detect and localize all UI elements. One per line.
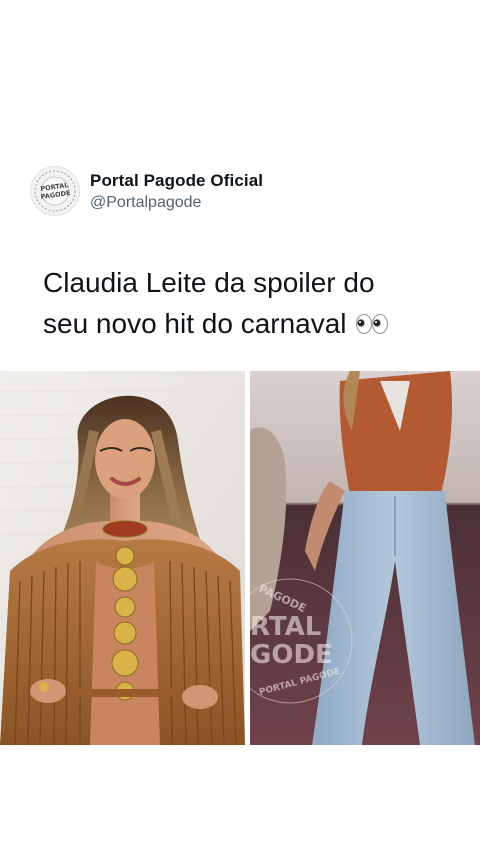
watermark-line-2: RTAL [250,612,321,642]
tweet-card: PORTAL PAGODE Portal Pagode Oficial @Por… [0,0,480,854]
tweet-text: Claudia Leite da spoiler do seu novo hit… [43,262,463,344]
display-name[interactable]: Portal Pagode Oficial [90,170,263,192]
portal-pagode-logo-icon: PORTAL PAGODE [34,170,76,212]
user-handle[interactable]: @Portalpagode [90,192,263,213]
dancing-jeans-photo[interactable]: PAGODE RTAL GODE PORTAL PAGODE [250,371,480,745]
eyes-emoji-icon [354,305,390,335]
tweet-text-line-1: Claudia Leite da spoiler do [43,267,375,298]
tweet-text-line-2-content: seu novo hit do carnaval [43,308,347,339]
avatar[interactable]: PORTAL PAGODE [30,166,80,216]
author-names: Portal Pagode Oficial @Portalpagode [90,170,263,213]
woman-fringe-outfit-photo[interactable] [0,371,245,745]
tweet-media[interactable]: PAGODE RTAL GODE PORTAL PAGODE [0,371,480,745]
tweet-header: PORTAL PAGODE Portal Pagode Oficial @Por… [30,166,263,216]
tweet-text-line-2: seu novo hit do carnaval [43,303,463,344]
watermark-line-3: GODE [250,640,333,670]
